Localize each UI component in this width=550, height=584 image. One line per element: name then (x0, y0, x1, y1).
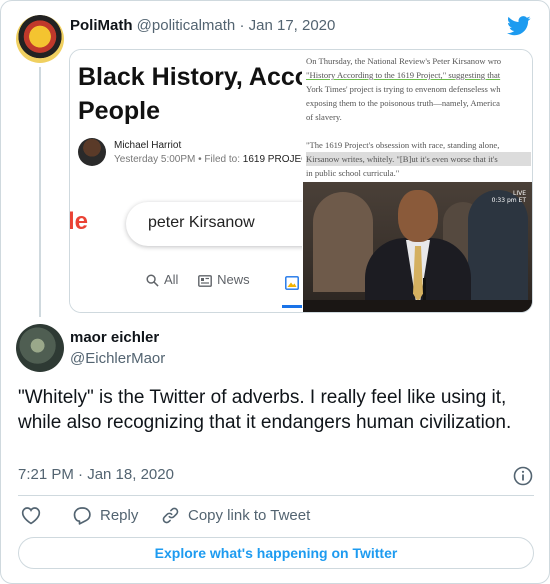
quoted-tweet-date[interactable]: Jan 17, 2020 (249, 17, 336, 34)
article-author-name: Michael Harriot (114, 140, 182, 151)
tweet-card: PoliMath @politicalmath · Jan 17, 2020 B… (0, 0, 550, 584)
author-avatar[interactable] (16, 324, 64, 372)
article-meta: Yesterday 5:00PM • Filed to: 1619 PROJEC… (114, 154, 302, 165)
live-label: LIVE (512, 190, 526, 197)
live-time: 0:33 pm ET (491, 197, 526, 204)
google-tab-all-label: All (164, 272, 179, 287)
article-headline: Black History, Accorc People (78, 60, 302, 128)
copy-link-button[interactable]: Copy link to Tweet (161, 506, 310, 525)
tweet-text: "Whitely" is the Twitter of adverbs. I r… (18, 387, 512, 433)
article-line: On Thursday, the National Review's Peter… (306, 56, 502, 66)
google-tab-all: All (146, 272, 178, 287)
article-topic: 1619 PROJECT (242, 154, 302, 165)
headline-line-2: People (78, 97, 160, 125)
google-tab-news-label: News (217, 272, 250, 287)
google-search-query: peter Kirsanow (148, 214, 255, 231)
tweet-timestamp[interactable]: 7:21 PM · Jan 18, 2020 (18, 466, 174, 483)
google-logo-fragment: le (70, 208, 89, 235)
author-name[interactable]: maor eichler (70, 329, 159, 346)
link-icon (162, 507, 179, 524)
google-tabs: All News (146, 272, 266, 287)
photo-background-person (468, 190, 528, 300)
media-screenshot-left: Black History, Accorc People Michael Har… (70, 50, 302, 312)
article-line-highlighted: Kirsanow writes, whitely. "[B]ut it's ev… (306, 152, 531, 166)
headline-line-1: Black History, Accorc (78, 63, 302, 91)
article-filed: • Filed to: (198, 154, 240, 165)
images-icon (285, 276, 299, 290)
author-handle[interactable]: @EichlerMaor (70, 350, 165, 367)
search-icon (146, 274, 159, 287)
article-line: of slavery. (306, 112, 342, 122)
quoted-author-avatar[interactable] (16, 15, 64, 63)
article-line: in public school curricula." (306, 168, 400, 178)
photo-background-person (313, 192, 373, 292)
article-line: exposing them to the poisonous truth—nam… (306, 98, 500, 108)
like-button[interactable] (21, 506, 41, 525)
article-time: Yesterday 5:00PM (114, 154, 196, 165)
hearing-photo: LIVE 0:33 pm ET (303, 182, 532, 312)
quoted-media[interactable]: Black History, Accorc People Michael Har… (69, 49, 533, 313)
google-tab-news: News (198, 272, 250, 287)
live-badge: LIVE 0:33 pm ET (492, 190, 526, 204)
article-line: York Times' project is trying to envenom… (306, 84, 501, 94)
reply-icon (73, 507, 91, 525)
thread-connector (39, 67, 41, 317)
google-tab-images (282, 272, 302, 308)
info-icon[interactable] (513, 466, 533, 486)
reply-label: Reply (100, 507, 139, 524)
quoted-author-handle[interactable]: @politicalmath (137, 17, 236, 34)
explore-twitter-button[interactable]: Explore what's happening on Twitter (18, 537, 534, 569)
images-tab-underline (282, 305, 302, 308)
twitter-bird-icon[interactable] (507, 15, 531, 37)
article-excerpt: On Thursday, the National Review's Peter… (303, 50, 532, 182)
google-search-box: peter Kirsanow (126, 202, 302, 246)
article-line: "History According to the 1619 Project,"… (306, 70, 501, 80)
photo-speaker-head (398, 190, 438, 242)
quoted-tweet-header: PoliMath @politicalmath · Jan 17, 2020 (70, 17, 335, 34)
reply-button[interactable]: Reply (72, 506, 138, 525)
media-screenshot-right: On Thursday, the National Review's Peter… (303, 50, 532, 312)
photo-table (303, 300, 532, 312)
article-line (306, 124, 531, 138)
header-separator: · (239, 17, 245, 34)
article-author-avatar (78, 138, 106, 166)
divider (18, 495, 534, 496)
copy-link-label: Copy link to Tweet (188, 507, 311, 524)
quoted-author-name[interactable]: PoliMath (70, 17, 133, 34)
article-line: "The 1619 Project's obsession with race,… (306, 140, 500, 150)
news-icon (198, 275, 212, 287)
heart-icon (21, 507, 41, 525)
